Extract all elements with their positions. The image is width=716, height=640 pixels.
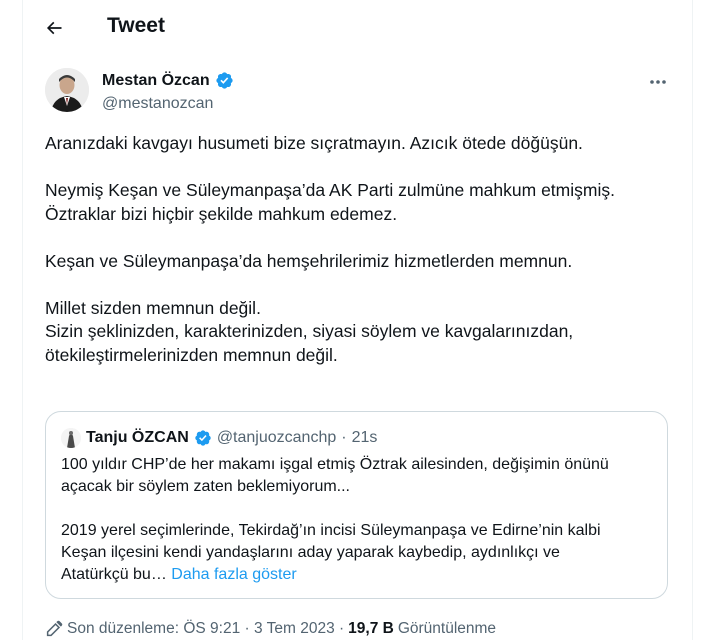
verified-badge-icon [215, 72, 233, 89]
tweet-author: Mestan Özcan @mestanozcan [45, 68, 675, 120]
quote-line: Atatürkçü bu… Daha fazla göster [61, 564, 656, 586]
tweet-line: Aranızdaki kavgayı husumeti bize sıçratm… [45, 133, 583, 153]
tweet-footer: Son düzenleme: ÖS 9:21 · 3 Tem 2023 · 19… [45, 618, 496, 640]
tweet-line: Millet sizden memnun değil. [45, 297, 261, 318]
quote-line: Keşan ilçesini kendi yandaşlarını aday y… [61, 544, 560, 561]
quoted-avatar-image [61, 428, 81, 448]
right-border [692, 0, 693, 640]
tweet-line: Öztraklar bizi hiçbir şekilde mahkum ede… [45, 203, 398, 224]
tweet-line: Sizin şeklinizden, karakterinizden, siya… [45, 321, 574, 341]
edited-timestamp[interactable]: Son düzenleme: ÖS 9:21 · 3 Tem 2023 · [67, 620, 344, 638]
tweet-text: Aranızdaki kavgayı husumeti bize sıçratm… [45, 132, 675, 391]
avatar[interactable] [45, 68, 89, 112]
tweet-paragraph: Keşan ve Süleymanpaşa’da hemşehrilerimiz… [45, 250, 675, 274]
quote-last-line: Atatürkçü bu… [61, 566, 167, 583]
tweet-paragraph: Aranızdaki kavgayı husumeti bize sıçratm… [45, 132, 675, 156]
views-count: 19,7 B [348, 620, 394, 637]
author-name[interactable]: Mestan Özcan [102, 71, 234, 90]
page-title: Tweet [107, 14, 165, 37]
views-label: Görüntülenme [397, 620, 497, 637]
left-border [22, 0, 23, 640]
quoted-time: 21s [351, 429, 378, 446]
tweet-paragraph: Neymiş Keşan ve Süleymanpaşa’da AK Parti… [45, 179, 675, 226]
pencil-icon [46, 620, 63, 637]
tweet-line: ötekileştirmelerinizden memnun değil. [45, 344, 338, 365]
arrow-left-icon [46, 21, 62, 35]
quoted-tweet[interactable]: Tanju ÖZCAN @tanjuozcanchp · 21s 100 yıl… [45, 411, 668, 599]
quote-line: 100 yıldır CHP’de her makamı işgal etmiş… [61, 456, 609, 473]
author-handle[interactable]: @mestanozcan [102, 95, 213, 113]
back-button[interactable] [36, 10, 72, 46]
author-name-text: Mestan Özcan [102, 71, 210, 89]
quoted-tweet-header: Tanju ÖZCAN @tanjuozcanchp · 21s [61, 427, 377, 449]
verified-badge-icon [195, 430, 211, 446]
quote-line: 2019 yerel seçimlerinde, Tekirdağ’ın inc… [61, 522, 601, 539]
separator-dot: · [341, 429, 347, 446]
show-more-link[interactable]: Daha fazla göster [171, 566, 296, 583]
tweet-line: Neymiş Keşan ve Süleymanpaşa’da AK Parti… [45, 180, 615, 200]
avatar-image [45, 68, 89, 112]
quoted-avatar [61, 428, 81, 448]
quote-line: açacak bir söylem zaten beklemiyorum... [61, 478, 350, 495]
tweet-line: Keşan ve Süleymanpaşa’da hemşehrilerimiz… [45, 250, 573, 271]
quoted-author-name: Tanju ÖZCAN [86, 429, 189, 446]
more-dots-icon [650, 80, 666, 84]
top-bar: Tweet [22, 0, 692, 56]
quoted-tweet-text: 100 yıldır CHP’de her makamı işgal etmiş… [61, 454, 656, 586]
quoted-author-handle: @tanjuozcanchp [216, 429, 337, 446]
tweet-paragraph: Millet sizden memnun değil. Sizin şeklin… [45, 297, 675, 368]
more-options-button[interactable] [641, 68, 675, 96]
